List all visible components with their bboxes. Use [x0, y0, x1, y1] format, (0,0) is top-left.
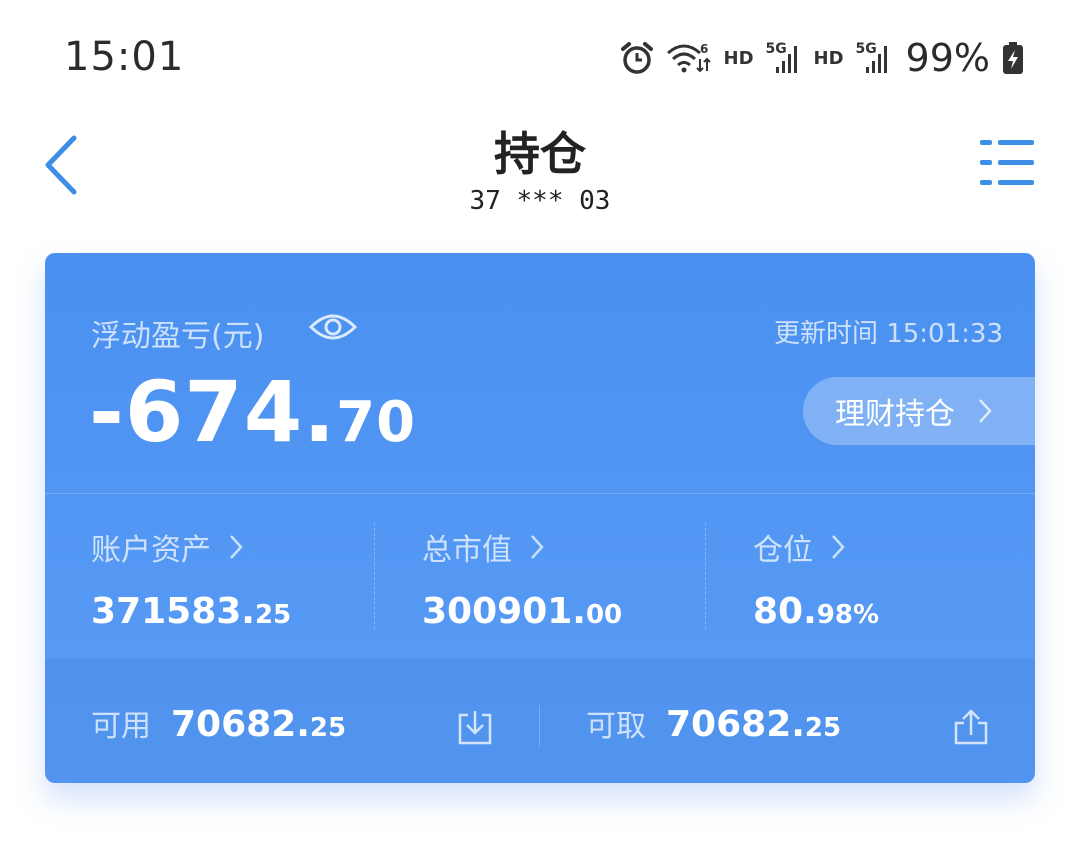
update-time: 更新时间 15:01:33 — [773, 319, 1003, 349]
position-ratio-value: 80.98% — [753, 591, 1035, 632]
chevron-right-icon — [979, 399, 992, 423]
divider — [705, 523, 706, 629]
metric-label: 账户资产 — [91, 525, 391, 569]
market-value-metric[interactable]: 总市值 300901.00 — [422, 525, 722, 632]
account-assets-value: 371583.25 — [91, 591, 391, 632]
chevron-right-icon — [531, 535, 544, 559]
eye-icon[interactable] — [309, 309, 357, 345]
withdrawable-decimal: 25 — [804, 713, 842, 743]
battery-charging-icon — [1003, 42, 1023, 74]
available-label: 可用 — [91, 709, 151, 744]
account-assets-metric[interactable]: 账户资产 371583.25 — [91, 525, 391, 632]
metric-decimal: 00 — [585, 600, 623, 630]
divider — [539, 705, 540, 747]
pnl-decimal: 70 — [336, 390, 417, 455]
divider — [374, 523, 375, 629]
hd-badge: HD — [813, 47, 844, 69]
alarm-icon — [620, 42, 653, 74]
metric-integer: 371583. — [91, 591, 255, 632]
floating-pnl-value: -674.70 — [89, 363, 416, 461]
account-assets-label: 账户资产 — [91, 533, 211, 568]
metric-decimal: 98% — [816, 600, 880, 630]
wifi6-icon: 6 — [666, 42, 711, 73]
withdrawable-label: 可取 — [586, 709, 646, 744]
wealth-holdings-button[interactable]: 理财持仓 — [803, 377, 1035, 445]
withdrawable-integer: 70682. — [666, 704, 805, 745]
position-ratio-label: 仓位 — [753, 533, 813, 568]
position-ratio-metric[interactable]: 仓位 80.98% — [753, 525, 1035, 632]
status-bar: 15:01 6 HD 5G HD 5G 99% — [0, 0, 1080, 110]
available-decimal: 25 — [309, 713, 347, 743]
status-icons: 6 HD 5G HD 5G 99% — [608, 36, 1025, 80]
available-cash: 可用 70682. 25 — [91, 701, 346, 745]
withdrawable-cash: 可取 70682. 25 — [586, 701, 841, 745]
metric-integer: 300901. — [422, 591, 586, 632]
hd-badge: HD — [723, 47, 754, 69]
transfer-in-icon[interactable] — [455, 707, 495, 747]
market-value-value: 300901.00 — [422, 591, 722, 632]
metric-integer: 80. — [753, 591, 817, 632]
transfer-out-icon[interactable] — [951, 707, 991, 747]
divider — [45, 493, 1035, 494]
market-value-label: 总市值 — [422, 533, 512, 568]
holdings-page: 15:01 6 HD 5G HD 5G 99% 持仓 37 *** 03 浮动盈… — [0, 0, 1080, 848]
signal-icon: 5G — [856, 41, 892, 75]
available-integer: 70682. — [171, 704, 310, 745]
list-menu-icon[interactable] — [980, 136, 1036, 192]
holdings-summary-card: 浮动盈亏(元) 更新时间 15:01:33 -674.70 理财持仓 账户资产 … — [45, 253, 1035, 783]
chevron-right-icon — [832, 535, 845, 559]
chevron-right-icon — [230, 535, 243, 559]
signal-icon: 5G — [766, 41, 802, 75]
pnl-integer: -674. — [89, 363, 337, 461]
battery-percent: 99% — [905, 36, 990, 80]
page-title: 持仓 — [494, 127, 586, 181]
metric-label: 仓位 — [753, 525, 1035, 569]
status-time: 15:01 — [64, 34, 185, 80]
wealth-holdings-label: 理财持仓 — [835, 397, 955, 432]
metric-decimal: 25 — [254, 600, 292, 630]
floating-pnl-label: 浮动盈亏(元) — [91, 319, 265, 354]
metric-label: 总市值 — [422, 525, 722, 569]
svg-text:6: 6 — [700, 42, 708, 56]
account-number: 37 *** 03 — [469, 186, 611, 216]
